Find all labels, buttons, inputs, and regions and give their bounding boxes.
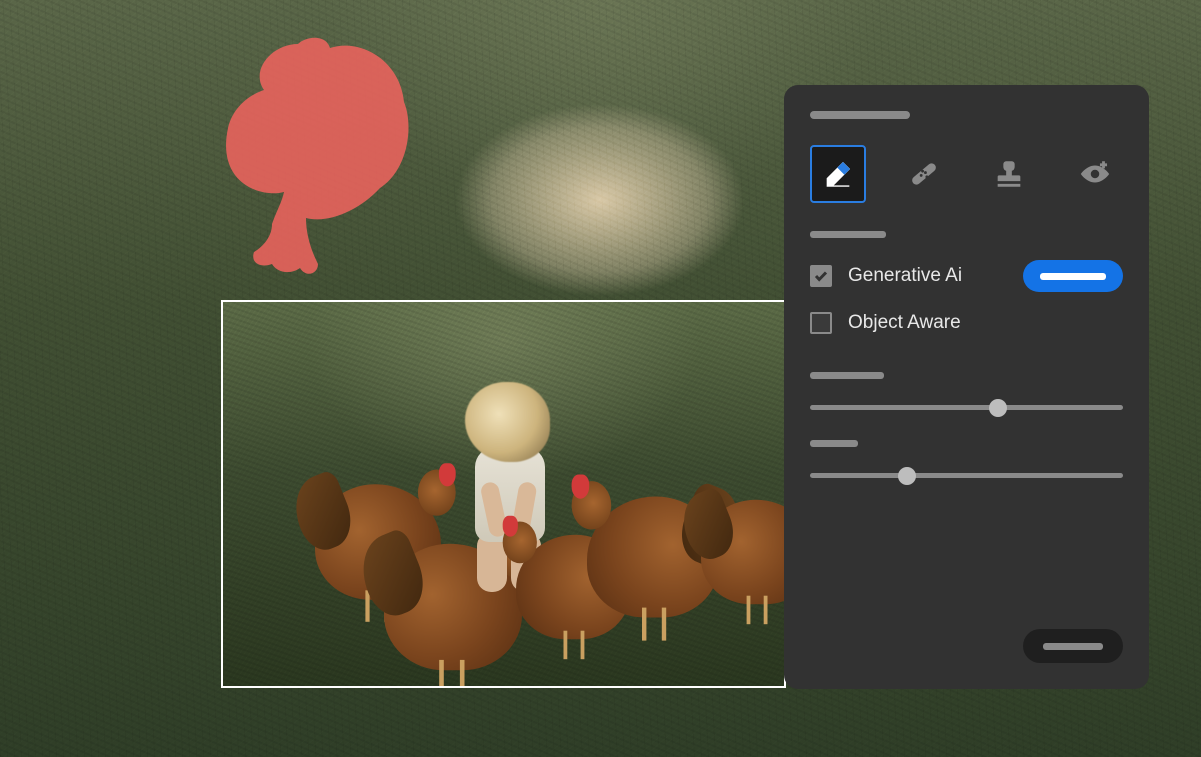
generative-ai-option[interactable]: Generative Ai <box>810 260 1123 292</box>
checkbox-checked-icon <box>810 265 832 287</box>
generative-ai-label: Generative Ai <box>848 265 962 287</box>
selection-mask-overlay <box>210 30 420 280</box>
editing-canvas[interactable]: Generative Ai Object Aware <box>0 0 1201 757</box>
checkbox-unchecked-icon <box>810 312 832 334</box>
red-eye-tool[interactable] <box>1067 145 1123 203</box>
healing-brush-tool[interactable] <box>896 145 952 203</box>
mode-section-label <box>810 231 886 238</box>
slider-1-thumb[interactable] <box>989 399 1007 417</box>
bandage-icon <box>907 157 941 191</box>
panel-action-button[interactable] <box>1023 629 1123 663</box>
generative-ai-badge[interactable] <box>1023 260 1123 292</box>
chicken-illustration <box>701 500 786 605</box>
panel-title <box>810 111 910 119</box>
slider-2[interactable] <box>810 473 1123 478</box>
slider-2-thumb[interactable] <box>898 467 916 485</box>
eraser-icon <box>821 157 855 191</box>
eye-plus-icon <box>1078 157 1112 191</box>
clone-stamp-tool[interactable] <box>982 145 1038 203</box>
eraser-tool[interactable] <box>810 145 866 203</box>
slider-2-label <box>810 440 858 447</box>
result-preview-window <box>221 300 786 688</box>
slider-1[interactable] <box>810 405 1123 410</box>
object-aware-option[interactable]: Object Aware <box>810 312 1123 334</box>
object-aware-label: Object Aware <box>848 312 961 334</box>
tool-selector-row <box>810 145 1123 203</box>
slider-1-label <box>810 372 884 379</box>
healing-tools-panel: Generative Ai Object Aware <box>784 85 1149 689</box>
stamp-icon <box>992 157 1026 191</box>
